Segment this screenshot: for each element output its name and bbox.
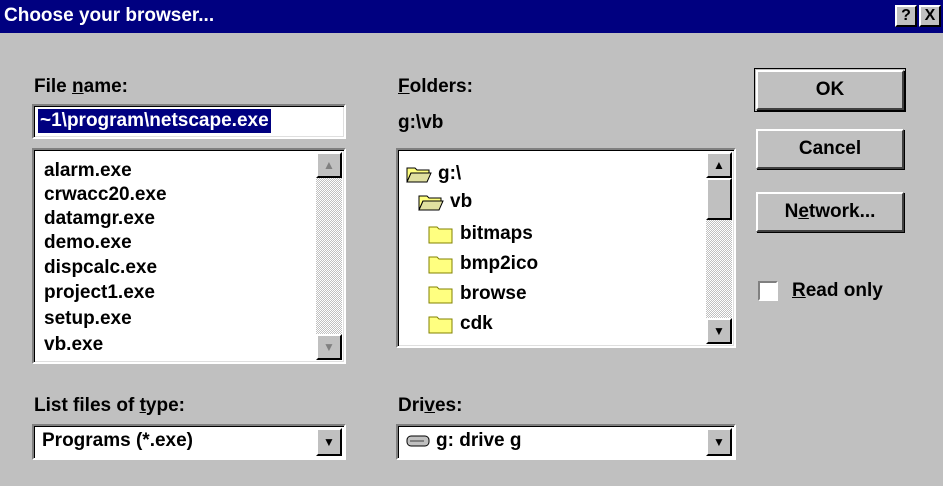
folder-icon <box>428 256 453 274</box>
drives-select[interactable]: g: drive g ▼ <box>396 424 736 460</box>
folders-label: Folders: <box>398 76 473 97</box>
window-title: Choose your browser... <box>4 5 215 26</box>
scroll-up-icon[interactable]: ▲ <box>706 152 732 178</box>
folder-item-bmp2ico[interactable]: bmp2ico <box>428 250 538 278</box>
folder-item-vb[interactable]: vb <box>418 188 472 216</box>
file-item-dispcalc[interactable]: dispcalc.exe <box>44 255 157 281</box>
folder-item-root[interactable]: g:\ <box>406 160 461 188</box>
folder-icon <box>428 316 453 334</box>
folder-list[interactable]: g:\ vb bitmaps bmp2ico browse cdk ▲ ▼ <box>396 148 736 348</box>
drives-label: Drives: <box>398 395 463 416</box>
read-only-label[interactable]: Read only <box>792 280 883 302</box>
scroll-up-icon[interactable]: ▲ <box>316 152 342 178</box>
cancel-button[interactable]: Cancel <box>756 129 904 169</box>
file-item-datamgr[interactable]: datamgr.exe <box>44 206 155 232</box>
dialog-bottom-edge <box>0 470 943 486</box>
file-item-setup[interactable]: setup.exe <box>44 306 132 332</box>
file-name-input[interactable]: ~1\program\netscape.exe <box>32 104 346 139</box>
file-name-value[interactable]: ~1\program\netscape.exe <box>38 109 271 133</box>
title-bar: Choose your browser... ? X <box>0 0 943 33</box>
close-icon: X <box>924 7 936 24</box>
read-only-checkbox[interactable] <box>758 281 778 301</box>
folder-list-scrollbar[interactable]: ▲ ▼ <box>706 152 732 344</box>
drive-icon <box>406 435 430 447</box>
folder-item-browse[interactable]: browse <box>428 280 527 308</box>
scroll-down-icon[interactable]: ▼ <box>316 334 342 360</box>
file-item-project1[interactable]: project1.exe <box>44 280 155 306</box>
scroll-thumb[interactable] <box>706 178 732 220</box>
file-name-label: File name: <box>34 76 128 97</box>
help-button[interactable]: ? <box>895 5 917 27</box>
help-icon: ? <box>901 7 911 24</box>
folder-item-bitmaps[interactable]: bitmaps <box>428 220 533 248</box>
folder-item-cdk[interactable]: cdk <box>428 310 493 338</box>
network-button[interactable]: Network... <box>756 192 904 232</box>
open-folder-icon <box>406 167 432 183</box>
file-item-demo[interactable]: demo.exe <box>44 230 132 256</box>
file-list[interactable]: alarm.exe crwacc20.exe datamgr.exe demo.… <box>32 148 346 364</box>
chevron-down-icon[interactable]: ▼ <box>316 428 342 456</box>
file-type-value: Programs (*.exe) <box>42 430 194 451</box>
scroll-down-icon[interactable]: ▼ <box>706 318 732 344</box>
close-button[interactable]: X <box>919 5 941 27</box>
file-item-vb[interactable]: vb.exe <box>44 332 103 358</box>
folder-icon <box>428 286 453 304</box>
file-type-label: List files of type: <box>34 395 185 416</box>
ok-button[interactable]: OK <box>754 68 906 112</box>
file-item-alarm[interactable]: alarm.exe <box>44 158 132 184</box>
current-folder-path: g:\vb <box>398 112 444 133</box>
folder-icon <box>428 226 453 244</box>
chevron-down-icon[interactable]: ▼ <box>706 428 732 456</box>
drives-value: g: drive g <box>406 430 522 452</box>
file-item-crwacc20[interactable]: crwacc20.exe <box>44 182 167 208</box>
file-type-select[interactable]: Programs (*.exe) ▼ <box>32 424 346 460</box>
file-list-scrollbar[interactable]: ▲ ▼ <box>316 152 342 360</box>
open-folder-icon <box>418 195 444 211</box>
